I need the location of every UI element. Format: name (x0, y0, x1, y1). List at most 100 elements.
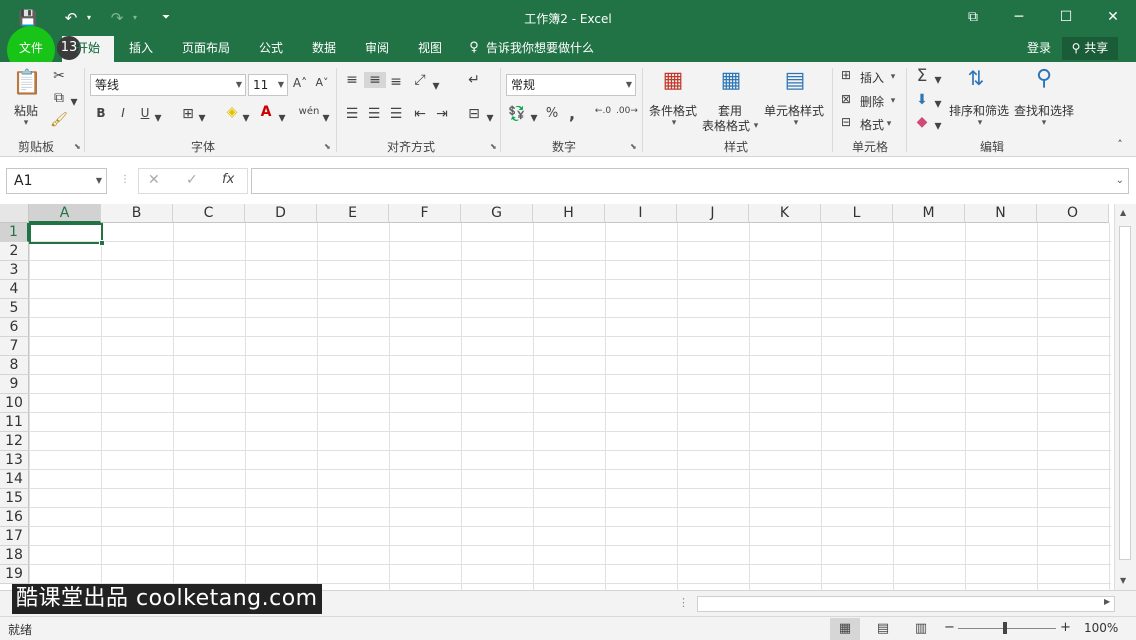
row-header-4[interactable]: 4 (0, 280, 29, 299)
search-icon[interactable]: ⚲ (1028, 66, 1060, 91)
row-header-1[interactable]: 1 (0, 223, 29, 242)
expand-formula-icon[interactable]: ⌄ (1116, 175, 1124, 186)
minimize-button[interactable]: ─ (996, 0, 1042, 36)
column-header-n[interactable]: N (965, 204, 1037, 223)
formula-input[interactable]: ⌄ (251, 168, 1129, 194)
accounting-dropdown-icon[interactable]: ▾ (530, 110, 538, 126)
percent-style-button[interactable]: % (544, 106, 560, 121)
autosum-dropdown-icon[interactable]: ▾ (934, 72, 942, 88)
increase-decimal-icon[interactable]: ←.0 (594, 106, 612, 116)
increase-indent-icon[interactable]: ⇥ (434, 106, 450, 122)
borders-icon[interactable]: ⊞ (180, 106, 196, 122)
split-handle-icon[interactable]: ⋮ (678, 596, 689, 609)
decrease-indent-icon[interactable]: ⇤ (412, 106, 428, 122)
zoom-out-icon[interactable]: − (944, 620, 955, 635)
column-header-f[interactable]: F (389, 204, 461, 223)
column-header-k[interactable]: K (749, 204, 821, 223)
scroll-down-icon[interactable]: ▼ (1120, 576, 1126, 585)
column-header-e[interactable]: E (317, 204, 389, 223)
format-painter-icon[interactable]: 🖌 (50, 112, 68, 128)
column-header-j[interactable]: J (677, 204, 749, 223)
phonetic-dropdown-icon[interactable]: ▾ (322, 110, 330, 126)
scroll-right-icon[interactable]: ▶ (1104, 597, 1110, 606)
font-name-select[interactable]: 等线 ▼ (90, 74, 246, 96)
zoom-in-icon[interactable]: + (1060, 620, 1071, 635)
insert-dropdown-icon[interactable]: ▾ (888, 72, 898, 82)
comma-style-button[interactable]: , (566, 104, 578, 123)
clipboard-launcher-icon[interactable]: ⬊ (74, 142, 81, 151)
merge-center-icon[interactable]: ⊟ (466, 106, 482, 122)
cell-area[interactable] (29, 223, 1111, 590)
page-layout-view-icon[interactable]: ▤ (868, 618, 898, 640)
vertical-scroll-thumb[interactable] (1119, 226, 1131, 560)
tell-me-search[interactable]: 告诉我你想要做什么 (486, 36, 598, 62)
active-cell-a1[interactable] (29, 223, 105, 246)
align-bottom-icon[interactable]: ≡ (388, 74, 404, 90)
column-header-c[interactable]: C (173, 204, 245, 223)
cut-icon[interactable]: ✂ (50, 68, 68, 84)
row-header-8[interactable]: 8 (0, 356, 29, 375)
column-header-l[interactable]: L (821, 204, 893, 223)
sort-filter-icon[interactable]: ⇅ (958, 66, 994, 90)
paste-button[interactable]: 粘贴 (10, 102, 42, 119)
zoom-level[interactable]: 100% (1084, 621, 1118, 635)
align-middle-icon[interactable]: ≡ (364, 72, 386, 88)
fill-handle[interactable] (99, 240, 105, 246)
clear-dropdown-icon[interactable]: ▾ (934, 118, 942, 134)
cell-styles-icon[interactable]: ▤ (780, 68, 810, 93)
insert-cells-button[interactable]: 插入 (858, 69, 886, 86)
wrap-text-icon[interactable]: ↵ (466, 72, 482, 88)
format-as-table-button[interactable]: 表格格式 (700, 117, 752, 134)
tab-page-layout[interactable]: 页面布局 (172, 36, 240, 62)
copy-icon[interactable]: ⧉ (50, 90, 68, 106)
merge-dropdown-icon[interactable]: ▾ (486, 110, 494, 126)
delete-cells-button[interactable]: 删除 (858, 93, 886, 110)
row-header-17[interactable]: 17 (0, 527, 29, 546)
find-select-button[interactable]: 查找和选择 (1012, 102, 1076, 119)
sort-filter-button[interactable]: 排序和筛选 (946, 102, 1012, 119)
clipboard-paste-icon[interactable]: 📋 (12, 68, 42, 98)
orientation-dropdown-icon[interactable]: ▾ (432, 78, 440, 94)
font-color-dropdown-icon[interactable]: ▾ (278, 110, 286, 126)
close-button[interactable]: ✕ (1090, 0, 1136, 36)
paste-dropdown-icon[interactable]: ▾ (20, 118, 32, 128)
insert-cells-icon[interactable]: ⊞ (838, 68, 854, 82)
fill-dropdown-icon[interactable]: ▾ (934, 96, 942, 112)
shrink-font-button[interactable]: A˅ (314, 76, 330, 89)
font-size-select[interactable]: 11 ▼ (248, 74, 288, 96)
column-header-h[interactable]: H (533, 204, 605, 223)
conditional-formatting-icon[interactable]: ▦ (658, 68, 688, 93)
column-header-a[interactable]: A (29, 204, 101, 223)
row-header-9[interactable]: 9 (0, 375, 29, 394)
sort-dropdown-icon[interactable]: ▾ (974, 118, 986, 128)
fill-color-icon[interactable]: ◈ (224, 104, 240, 120)
column-header-o[interactable]: O (1037, 204, 1109, 223)
accounting-format-icon[interactable]: 💱 (508, 106, 526, 122)
column-header-d[interactable]: D (245, 204, 317, 223)
share-button[interactable]: ⚲ 共享 (1062, 37, 1118, 60)
align-right-icon[interactable]: ☰ (388, 106, 404, 122)
fill-color-dropdown-icon[interactable]: ▾ (242, 110, 250, 126)
orientation-icon[interactable]: ⤢ (412, 72, 428, 88)
format-dropdown-icon[interactable]: ▾ (884, 119, 894, 129)
copy-dropdown-icon[interactable]: ▾ (70, 94, 78, 110)
phonetic-guide-button[interactable]: wén (298, 106, 320, 117)
number-launcher-icon[interactable]: ⬊ (630, 142, 637, 151)
row-header-5[interactable]: 5 (0, 299, 29, 318)
decrease-decimal-icon[interactable]: .00→ (616, 106, 638, 116)
row-header-10[interactable]: 10 (0, 394, 29, 413)
ribbon-display-options-icon[interactable]: ⧉ (950, 0, 996, 36)
delete-cells-icon[interactable]: ⊠ (838, 92, 854, 106)
column-header-m[interactable]: M (893, 204, 965, 223)
tab-data[interactable]: 数据 (302, 36, 346, 62)
maximize-button[interactable]: ☐ (1043, 0, 1089, 36)
normal-view-icon[interactable]: ▦ (830, 618, 860, 640)
underline-dropdown-icon[interactable]: ▾ (154, 110, 162, 126)
column-header-i[interactable]: I (605, 204, 677, 223)
sign-in-link[interactable]: 登录 (1022, 36, 1056, 62)
font-color-icon[interactable]: A (258, 104, 274, 120)
row-header-18[interactable]: 18 (0, 546, 29, 565)
delete-dropdown-icon[interactable]: ▾ (888, 96, 898, 106)
borders-dropdown-icon[interactable]: ▾ (198, 110, 206, 126)
autosum-icon[interactable]: Σ (912, 66, 932, 86)
